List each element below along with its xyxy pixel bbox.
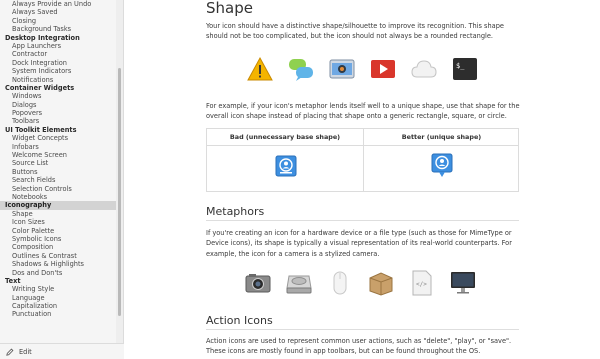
sidebar-item[interactable]: Always Provide an Undo: [0, 0, 116, 8]
shape-paragraph: Your icon should have a distinctive shap…: [206, 22, 504, 41]
table-divider: [363, 129, 364, 191]
edit-label: Edit: [19, 347, 32, 356]
sidebar-item[interactable]: Contractor: [0, 50, 116, 58]
sidebar-group-label: Container Widgets: [5, 83, 75, 92]
screenshot-icon: [329, 59, 355, 79]
sidebar-group-label: UI Toolkit Elements: [5, 125, 77, 134]
html-file-icon: </>: [412, 270, 432, 296]
sidebar-scrollbar-thumb[interactable]: [118, 68, 121, 316]
sidebar-item[interactable]: App Launchers: [0, 42, 116, 50]
mouse-icon: [333, 271, 347, 295]
sidebar-item[interactable]: Always Saved: [0, 8, 116, 16]
sidebar: Always Provide an Undo Always Saved Closin…: [0, 0, 124, 359]
sidebar-item[interactable]: Iconography: [0, 201, 116, 210]
section-rule: [206, 329, 519, 330]
metaphors-paragraph: If you're creating an icon for a hardwar…: [206, 229, 512, 258]
sidebar-item[interactable]: Notebooks: [0, 193, 116, 201]
sidebar-item[interactable]: Selection Controls: [0, 185, 116, 193]
sidebar-nav-list: Always Provide an Undo Always Saved Closin…: [0, 0, 116, 343]
package-icon: [369, 272, 393, 296]
edit-button[interactable]: Edit: [0, 343, 124, 359]
action-icons-paragraph: Action icons are used to represent commo…: [206, 337, 512, 356]
sidebar-item[interactable]: Toolbars: [0, 117, 116, 125]
sidebar-item[interactable]: Color Palette: [0, 227, 116, 235]
sidebar-item[interactable]: Icon Sizes: [0, 218, 116, 226]
sidebar-item[interactable]: Background Tasks: [0, 25, 116, 33]
sidebar-item[interactable]: Buttons: [0, 168, 116, 176]
video-player-icon: [371, 60, 395, 78]
contact-box-icon: [275, 155, 297, 177]
shape-comparison-table: Bad (unnecessary base shape) Better (uni…: [206, 128, 519, 192]
sidebar-item[interactable]: Windows: [0, 92, 116, 100]
sidebar-item[interactable]: Dialogs: [0, 101, 116, 109]
sidebar-item[interactable]: Shape: [0, 210, 116, 218]
sidebar-item[interactable]: Dos and Don'ts: [0, 269, 116, 277]
section-rule: [206, 220, 519, 221]
sidebar-item[interactable]: Writing Style: [0, 285, 116, 293]
sidebar-item[interactable]: Symbolic Icons: [0, 235, 116, 243]
sidebar-item[interactable]: Widget Concepts: [0, 134, 116, 142]
warning-icon: [247, 56, 273, 81]
table-header-bad: Bad (unnecessary base shape): [207, 129, 363, 146]
svg-text:</>: </>: [416, 281, 427, 288]
sidebar-item[interactable]: Search Fields: [0, 176, 116, 184]
section-title-action-icons: Action Icons: [206, 314, 273, 327]
monitor-icon: [451, 272, 475, 294]
cloud-icon: [411, 60, 437, 78]
contact-pin-icon: [431, 153, 453, 177]
svg-text:$_: $_: [456, 62, 465, 70]
chat-bubbles-icon: [289, 59, 313, 81]
main-content: Shape Your icon should have a distinctiv…: [124, 0, 600, 359]
pencil-icon: [6, 348, 14, 356]
sidebar-item[interactable]: Closing: [0, 17, 116, 25]
sidebar-item[interactable]: Language: [0, 294, 116, 302]
sidebar-item[interactable]: Dock Integration: [0, 59, 116, 67]
terminal-icon: $_: [453, 58, 477, 80]
sidebar-item[interactable]: Capitalization: [0, 302, 116, 310]
section-title-shape: Shape: [206, 0, 253, 17]
shape-example-icons: $_: [247, 56, 493, 82]
example-paragraph: For example, if your icon's metaphor len…: [206, 102, 520, 121]
sidebar-item[interactable]: Infobars: [0, 143, 116, 151]
sidebar-group-label: Text: [5, 276, 21, 285]
table-header-better: Better (unique shape): [364, 129, 519, 146]
camera-icon: [245, 274, 271, 293]
sidebar-item[interactable]: Punctuation: [0, 310, 116, 318]
sidebar-item[interactable]: Composition: [0, 243, 116, 251]
sidebar-item[interactable]: System Indicators: [0, 67, 116, 75]
hard-drive-icon: [286, 275, 312, 294]
section-title-metaphors: Metaphors: [206, 205, 265, 218]
sidebar-group-label: Desktop Integration: [5, 33, 80, 42]
sidebar-item[interactable]: Welcome Screen: [0, 151, 116, 159]
sidebar-item[interactable]: Source List: [0, 159, 116, 167]
sidebar-item[interactable]: Popovers: [0, 109, 116, 117]
metaphor-example-icons: </>: [245, 270, 491, 296]
sidebar-item[interactable]: Shadows & Highlights: [0, 260, 116, 268]
sidebar-item[interactable]: Outlines & Contrast: [0, 252, 116, 260]
sidebar-item[interactable]: Notifications: [0, 76, 116, 84]
